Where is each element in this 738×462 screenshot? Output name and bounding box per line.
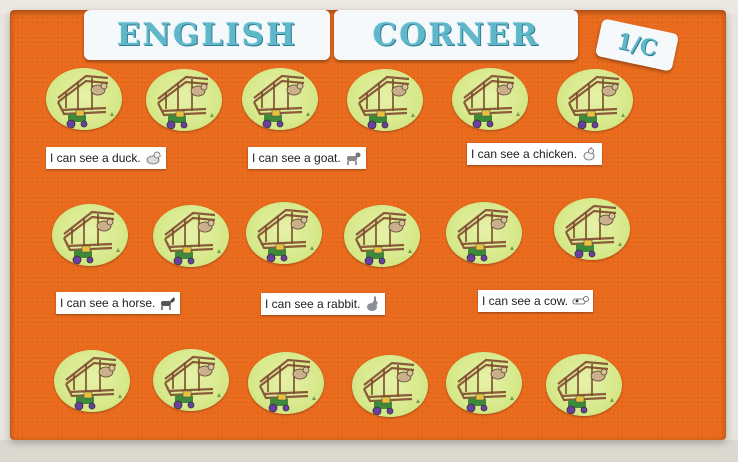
banner-corner: CORNER [334,10,578,60]
farm-picture-disc [153,205,229,267]
farm-picture-disc [446,202,522,264]
rabbit-icon [363,296,381,312]
farm-picture-disc [242,68,318,130]
caption-text: I can see a rabbit. [265,297,361,311]
farm-picture-disc [153,349,229,411]
caption-cow: I can see a cow. [478,290,594,312]
caption-goat: I can see a goat. [248,147,366,169]
farm-picture-disc [248,352,324,414]
farm-picture-disc [246,202,322,264]
wall-bottom [0,440,738,462]
farm-picture-disc [54,350,130,412]
duck-icon [144,150,162,166]
caption-text: I can see a duck. [50,151,141,165]
farm-picture-disc [46,68,122,130]
farm-picture-disc [546,354,622,416]
farm-picture-disc [344,205,420,267]
caption-rabbit: I can see a rabbit. [261,293,386,315]
farm-picture-disc [557,69,633,131]
banner-corner-text: CORNER [372,17,540,53]
caption-horse: I can see a horse. [56,292,181,314]
banner-english-text: ENGLISH [116,17,298,53]
farm-picture-disc [554,198,630,260]
farm-picture-disc [146,69,222,131]
caption-text: I can see a cow. [482,294,569,308]
horse-icon [158,295,176,311]
farm-picture-disc [347,69,423,131]
caption-text: I can see a horse. [60,296,156,310]
farm-picture-disc [52,204,128,266]
chicken-icon [580,146,598,162]
farm-picture-disc [446,352,522,414]
farm-picture-disc [452,68,528,130]
caption-text: I can see a chicken. [471,147,578,161]
banner-english: ENGLISH [84,10,330,60]
caption-chicken: I can see a chicken. [467,143,603,165]
caption-duck: I can see a duck. [46,147,166,169]
cow-icon [571,293,589,309]
caption-text: I can see a goat. [252,151,341,165]
farm-picture-disc [352,355,428,417]
class-tag-text: 1/C [614,28,660,62]
goat-icon [344,150,362,166]
